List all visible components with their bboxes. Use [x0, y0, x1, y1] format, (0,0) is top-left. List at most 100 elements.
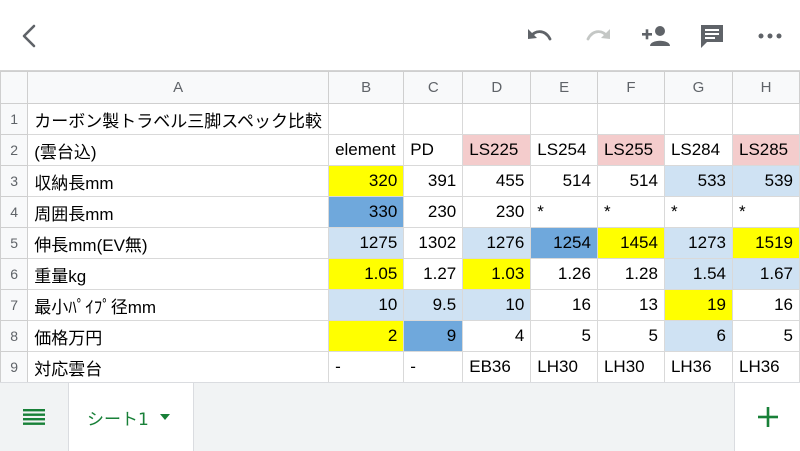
sheet-cell[interactable] [731, 103, 800, 135]
row-header[interactable]: 3 [0, 165, 29, 197]
redo-button[interactable] [578, 16, 618, 56]
row-header[interactable]: 7 [0, 289, 29, 321]
sheet-cell[interactable]: 1519 [731, 227, 800, 259]
sheet-cell[interactable]: LH36 [731, 351, 800, 383]
sheet-cell[interactable] [403, 103, 464, 135]
column-header[interactable]: F [596, 71, 665, 104]
sheet-cell[interactable]: * [596, 196, 665, 228]
sheet-cell[interactable]: 5 [530, 320, 598, 352]
sheet-cell[interactable]: LS255 [596, 134, 665, 166]
row-header[interactable]: 9 [0, 351, 29, 383]
spreadsheet-grid[interactable]: A B C D E F G H 1 カーボン製トラベル三脚スペック比較 2 (雲台込)… [0, 70, 800, 383]
sheet-cell[interactable]: 16 [731, 289, 800, 321]
sheet-cell[interactable]: 320 [328, 165, 405, 197]
sheet-cell[interactable]: 5 [731, 320, 800, 352]
sheet-cell[interactable]: 収納長mm [27, 165, 330, 197]
column-header[interactable]: E [530, 71, 598, 104]
sheet-cell[interactable]: 1276 [462, 227, 532, 259]
row-header[interactable]: 4 [0, 196, 29, 228]
dropdown-caret-icon[interactable] [159, 413, 171, 421]
sheet-cell[interactable]: LS254 [530, 134, 598, 166]
sheet-cell[interactable]: * [530, 196, 598, 228]
sheet-cell[interactable]: 1.27 [403, 258, 464, 290]
sheet-cell[interactable]: 6 [663, 320, 733, 352]
sheet-cell[interactable]: 1273 [663, 227, 733, 259]
sheet-cell[interactable]: LH30 [530, 351, 598, 383]
sheet-cell[interactable]: 周囲長mm [27, 196, 330, 228]
sheet-cell[interactable]: 5 [596, 320, 665, 352]
sheet-cell[interactable]: 455 [462, 165, 532, 197]
sheet-cell[interactable]: 1254 [530, 227, 598, 259]
sheet-cell[interactable]: 1.26 [530, 258, 598, 290]
back-button[interactable] [10, 16, 50, 56]
sheet-cell[interactable]: 最小ﾊﾟｲﾌﾟ径mm [27, 289, 330, 321]
column-header[interactable]: B [328, 71, 405, 104]
column-header[interactable]: G [663, 71, 733, 104]
sheet-cell[interactable]: 514 [530, 165, 598, 197]
sheet-cell[interactable]: 391 [403, 165, 464, 197]
column-header[interactable]: D [462, 71, 532, 104]
sheet-cell[interactable]: 16 [530, 289, 598, 321]
share-button[interactable] [636, 16, 676, 56]
sheet-cell[interactable]: 330 [328, 196, 405, 228]
row-header[interactable]: 8 [0, 320, 29, 352]
sheet-cell[interactable]: 19 [663, 289, 733, 321]
sheet-cell[interactable]: * [663, 196, 733, 228]
sheet-cell[interactable]: 13 [596, 289, 665, 321]
sheet-cell[interactable]: 1.28 [596, 258, 665, 290]
sheet-cell[interactable]: EB36 [462, 351, 532, 383]
sheet-cell[interactable]: LH30 [596, 351, 665, 383]
sheet-cell[interactable]: LH36 [663, 351, 733, 383]
sheet-cell[interactable]: 対応雲台 [27, 351, 330, 383]
row-header[interactable]: 2 [0, 134, 29, 166]
sheet-cell[interactable]: 1.05 [328, 258, 405, 290]
sheet-cell[interactable]: LS284 [663, 134, 733, 166]
sheet-cell[interactable]: カーボン製トラベル三脚スペック比較 [27, 103, 330, 135]
sheet-cell[interactable]: (雲台込) [27, 134, 330, 166]
sheet-cell[interactable]: 10 [328, 289, 405, 321]
sheet-cell[interactable]: 価格万円 [27, 320, 330, 352]
more-options-button[interactable] [750, 16, 790, 56]
sheet-cell[interactable]: - [328, 351, 405, 383]
sheet-cell[interactable] [596, 103, 665, 135]
sheet-cell[interactable]: LS285 [731, 134, 800, 166]
column-header[interactable]: H [731, 71, 800, 104]
sheet-cell[interactable]: 重量kg [27, 258, 330, 290]
sheet-cell[interactable] [462, 103, 532, 135]
sheet-cell[interactable]: element [328, 134, 405, 166]
sheet-cell[interactable]: 1275 [328, 227, 405, 259]
sheet-cell[interactable]: 230 [403, 196, 464, 228]
sheet-cell[interactable]: 伸長mm(EV無) [27, 227, 330, 259]
sheet-cell[interactable]: 4 [462, 320, 532, 352]
add-sheet-button[interactable] [734, 383, 800, 451]
comment-button[interactable] [692, 16, 732, 56]
undo-button[interactable] [520, 16, 560, 56]
sheet-cell[interactable]: 1.54 [663, 258, 733, 290]
sheet-cell[interactable]: 9 [403, 320, 464, 352]
sheet-cell[interactable]: - [403, 351, 464, 383]
sheet-cell[interactable] [328, 103, 405, 135]
column-header[interactable]: C [403, 71, 464, 104]
sheet-cell[interactable]: 10 [462, 289, 532, 321]
sheet-cell[interactable]: 514 [596, 165, 665, 197]
sheet-cell[interactable]: 9.5 [403, 289, 464, 321]
sheet-cell[interactable] [530, 103, 598, 135]
sheet-cell[interactable]: 539 [731, 165, 800, 197]
sheet-cell[interactable]: 1302 [403, 227, 464, 259]
row-header[interactable]: 6 [0, 258, 29, 290]
sheet-cell[interactable]: PD [403, 134, 464, 166]
sheet-cell[interactable] [663, 103, 733, 135]
sheet-cell[interactable]: 533 [663, 165, 733, 197]
column-header[interactable]: A [27, 71, 330, 104]
row-header[interactable]: 1 [0, 103, 29, 135]
sheet-cell[interactable]: 2 [328, 320, 405, 352]
row-header[interactable]: 5 [0, 227, 29, 259]
all-sheets-button[interactable] [14, 399, 54, 435]
sheet-tab[interactable]: シート1 [68, 383, 194, 451]
sheet-cell[interactable]: 1.03 [462, 258, 532, 290]
select-all-corner[interactable] [0, 71, 29, 104]
sheet-cell[interactable]: 230 [462, 196, 532, 228]
sheet-cell[interactable]: LS225 [462, 134, 532, 166]
sheet-cell[interactable]: 1454 [596, 227, 665, 259]
sheet-cell[interactable]: * [731, 196, 800, 228]
